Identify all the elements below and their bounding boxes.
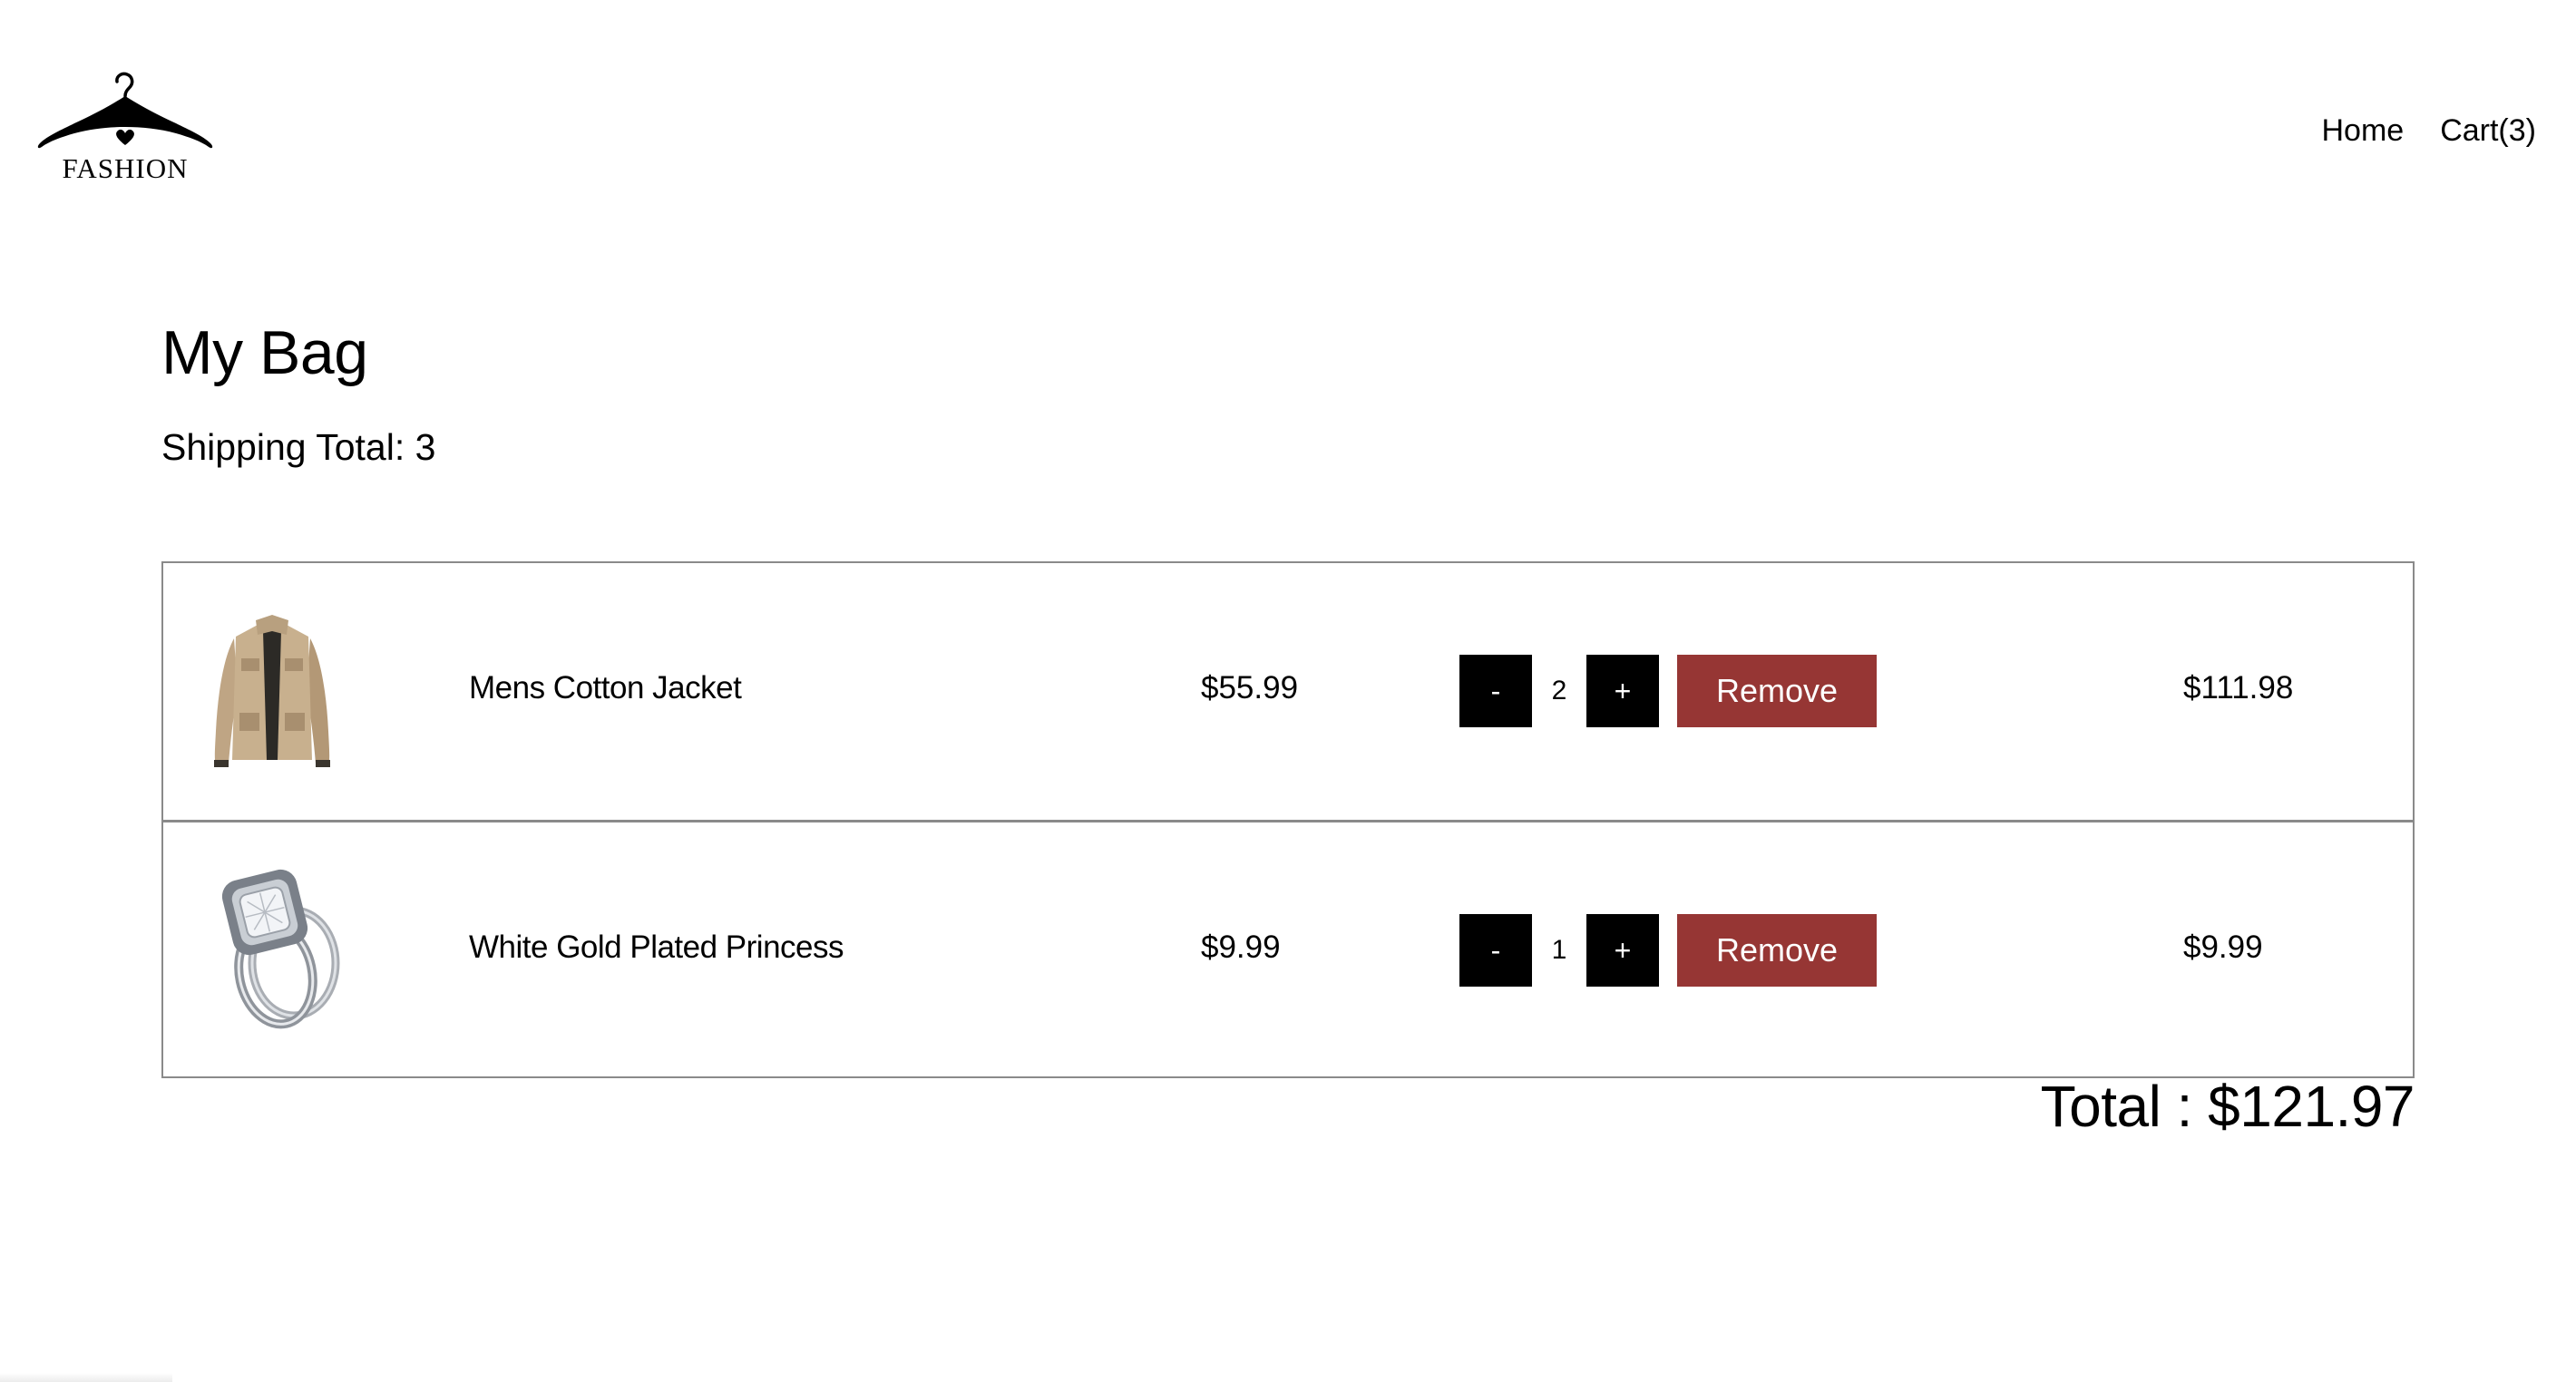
corner-shadow [0, 1373, 172, 1382]
item-price: $9.99 [1201, 929, 1281, 965]
cart-row: White Gold Plated Princess $9.99 - 1 + R… [163, 820, 2413, 1076]
page-title: My Bag [161, 318, 368, 387]
cart-row: Mens Cotton Jacket $55.99 - 2 + Remove $… [163, 563, 2413, 820]
cart-page: FASHION Home Cart(3) My Bag Shipping Tot… [0, 0, 2576, 1382]
increase-quantity-button[interactable]: + [1586, 655, 1659, 727]
shipping-total: Shipping Total: 3 [161, 426, 436, 468]
decrease-quantity-button[interactable]: - [1459, 655, 1532, 727]
item-name[interactable]: Mens Cotton Jacket [469, 670, 742, 706]
fashion-logo[interactable]: FASHION [34, 63, 216, 190]
top-nav: Home Cart(3) [2322, 113, 2537, 149]
decrease-quantity-button[interactable]: - [1459, 914, 1532, 987]
remove-item-button[interactable]: Remove [1677, 655, 1877, 727]
jacket-image[interactable] [200, 604, 345, 776]
line-total: $111.98 [2183, 670, 2294, 706]
quantity-value: 2 [1551, 676, 1567, 706]
nav-cart-link[interactable]: Cart(3) [2440, 113, 2536, 149]
nav-home-link[interactable]: Home [2322, 113, 2405, 149]
quantity-value: 1 [1551, 935, 1567, 965]
line-total: $9.99 [2183, 929, 2263, 965]
cart-table: Mens Cotton Jacket $55.99 - 2 + Remove $… [161, 561, 2415, 1078]
ring-image[interactable] [200, 863, 345, 1036]
cart-grand-total: Total : $121.97 [2040, 1074, 2415, 1139]
increase-quantity-button[interactable]: + [1586, 914, 1659, 987]
item-name[interactable]: White Gold Plated Princess [469, 929, 844, 966]
remove-item-button[interactable]: Remove [1677, 914, 1877, 987]
logo-text: FASHION [62, 152, 189, 184]
item-price: $55.99 [1201, 670, 1299, 706]
